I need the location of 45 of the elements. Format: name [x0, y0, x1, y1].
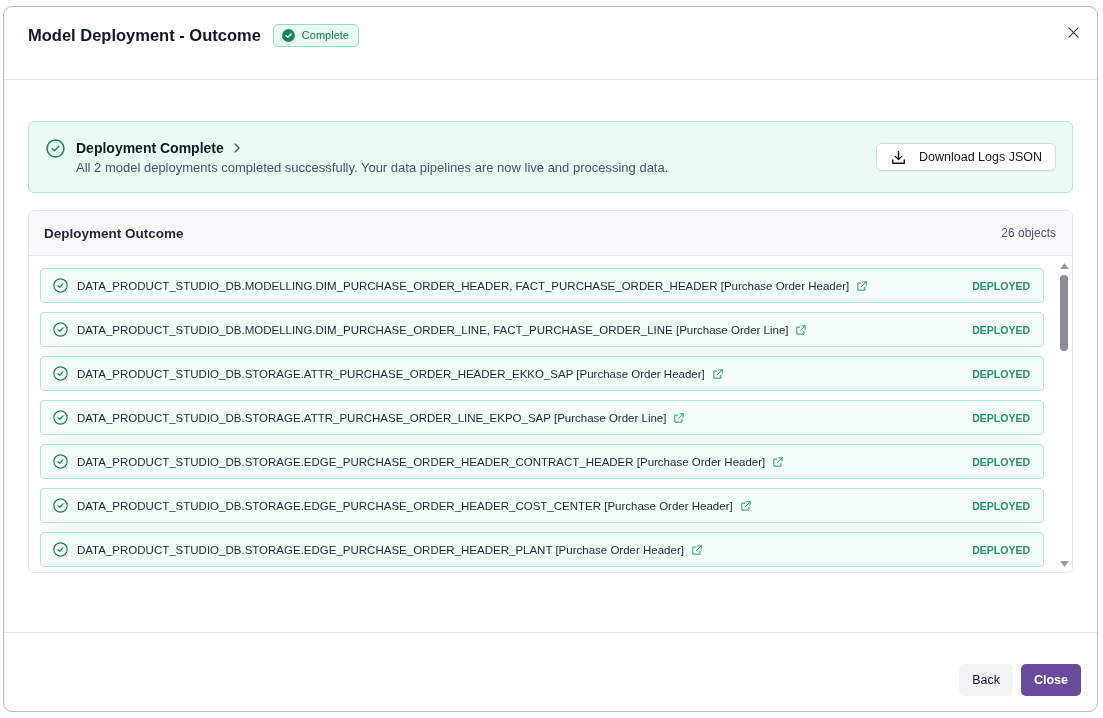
scroll-up-icon[interactable]	[1059, 263, 1069, 269]
download-logs-button[interactable]: Download Logs JSON	[876, 143, 1056, 171]
scrollbar-thumb[interactable]	[1060, 275, 1068, 351]
external-link-icon[interactable]	[796, 324, 807, 335]
status-label: DEPLOYED	[971, 543, 1030, 556]
status-label: DEPLOYED	[971, 499, 1030, 512]
check-circle-icon	[53, 454, 68, 469]
object-name: DATA_PRODUCT_STUDIO_DB.STORAGE.EDGE_PURCHASE_ORDER_HEADER_COST_CENTER [Purchase Order Header]	[77, 499, 733, 512]
external-link-icon[interactable]	[691, 544, 702, 555]
external-link-icon[interactable]	[712, 368, 723, 379]
status-label: DEPLOYED	[971, 323, 1030, 336]
close-icon[interactable]	[1068, 27, 1079, 38]
object-count: 26 objects	[1001, 226, 1056, 240]
external-link-icon[interactable]	[773, 456, 784, 467]
banner-message: All 2 model deployments completed successfully. Your data pipelines are now live and processing data.	[76, 158, 669, 177]
check-circle-icon	[46, 139, 65, 158]
banner-title: Deployment Complete	[76, 139, 224, 156]
object-name: DATA_PRODUCT_STUDIO_DB.STORAGE.EDGE_PURCHASE_ORDER_HEADER_PLANT [Purchase Order Header]	[77, 543, 684, 556]
check-circle-icon	[53, 410, 68, 425]
status-label: DEPLOYED	[971, 411, 1030, 424]
badge-label: Complete	[301, 29, 349, 41]
close-button[interactable]: Close	[1020, 664, 1081, 696]
external-link-icon[interactable]	[740, 500, 751, 511]
check-circle-icon	[53, 278, 68, 293]
object-name: DATA_PRODUCT_STUDIO_DB.MODELLING.DIM_PURCHASE_ORDER_HEADER, FACT_PURCHASE_ORDER_HEADER [Purchase Order Header]	[77, 279, 850, 292]
check-circle-icon	[53, 498, 68, 513]
object-name: DATA_PRODUCT_STUDIO_DB.MODELLING.DIM_PURCHASE_ORDER_LINE, FACT_PURCHASE_ORDER_LINE [Purchase Order Line]	[77, 323, 789, 336]
status-label: DEPLOYED	[971, 367, 1030, 380]
chevron-right-icon[interactable]	[233, 142, 240, 153]
check-circle-icon	[53, 366, 68, 381]
check-circle-icon	[281, 28, 295, 42]
download-icon	[891, 149, 906, 165]
external-link-icon[interactable]	[857, 280, 868, 291]
status-label: DEPLOYED	[971, 279, 1030, 292]
external-link-icon[interactable]	[674, 412, 685, 423]
object-name: DATA_PRODUCT_STUDIO_DB.STORAGE.ATTR_PURCHASE_ORDER_HEADER_EKKO_SAP [Purchase Order Header]	[77, 367, 705, 380]
status-label: DEPLOYED	[971, 455, 1030, 468]
scroll-down-icon[interactable]	[1059, 561, 1069, 567]
check-circle-icon	[53, 322, 68, 337]
check-circle-icon	[53, 542, 68, 557]
object-name: DATA_PRODUCT_STUDIO_DB.STORAGE.ATTR_PURCHASE_ORDER_LINE_EKPO_SAP [Purchase Order Line]	[77, 411, 667, 424]
object-name: DATA_PRODUCT_STUDIO_DB.STORAGE.EDGE_PURCHASE_ORDER_HEADER_CONTRACT_HEADER [Purchase Order Header]	[77, 455, 766, 468]
back-button[interactable]: Back	[959, 664, 1013, 696]
panel-title: Deployment Outcome	[44, 225, 184, 241]
dialog-title: Model Deployment - Outcome	[28, 25, 261, 46]
